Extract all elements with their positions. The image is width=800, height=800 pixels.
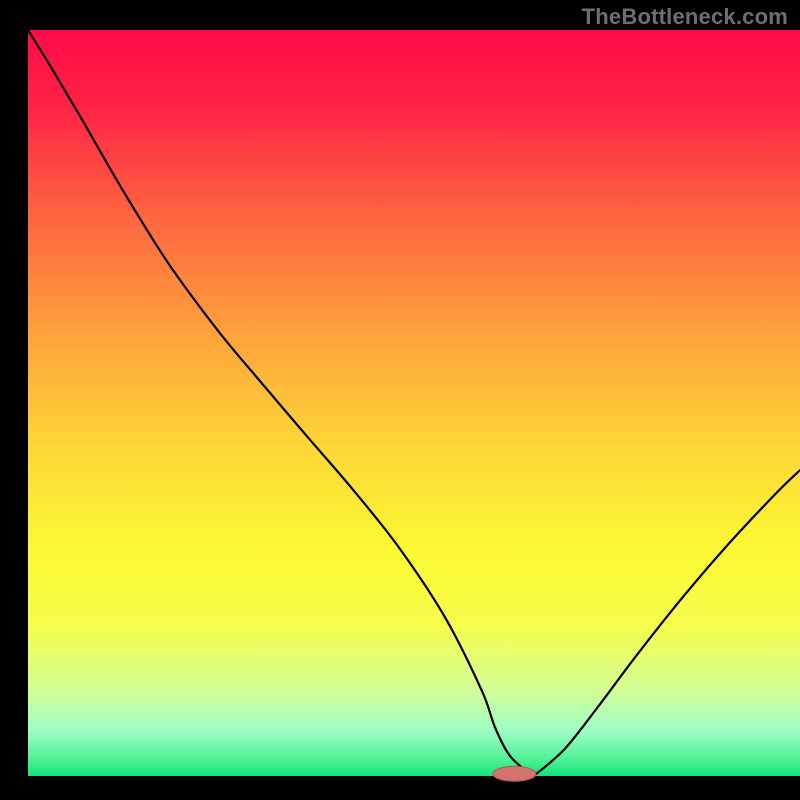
optimal-point-marker bbox=[493, 766, 536, 781]
chart-background bbox=[28, 30, 800, 776]
watermark-label: TheBottleneck.com bbox=[582, 4, 788, 30]
bottleneck-chart bbox=[0, 0, 800, 800]
